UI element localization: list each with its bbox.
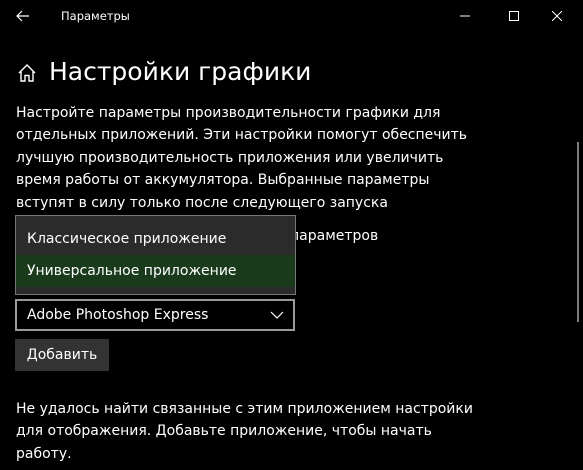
- dropdown-option-classic[interactable]: Классическое приложение: [16, 223, 295, 255]
- back-button[interactable]: [8, 4, 38, 28]
- home-icon: [18, 64, 36, 82]
- window-title: Параметры: [61, 9, 130, 23]
- chevron-down-icon: [270, 309, 284, 321]
- app-type-dropdown-list: Классическое приложение Универсальное пр…: [15, 215, 296, 295]
- title-bar: Параметры: [0, 0, 583, 32]
- home-button[interactable]: [16, 62, 38, 84]
- minimize-button[interactable]: [442, 2, 488, 30]
- scrollbar[interactable]: [577, 142, 579, 322]
- app-select[interactable]: Adobe Photoshop Express: [15, 299, 295, 331]
- settings-window: Параметры Настройки графики Настройте па…: [0, 0, 583, 470]
- minimize-icon: [460, 15, 470, 17]
- no-settings-message: Не удалось найти связанные с этим прилож…: [16, 401, 473, 462]
- add-button[interactable]: Добавить: [15, 339, 109, 371]
- dropdown-option-universal[interactable]: Универсальное приложение: [16, 255, 295, 287]
- close-button[interactable]: [534, 2, 580, 30]
- maximize-button[interactable]: [491, 2, 537, 30]
- arrow-left-icon: [16, 10, 29, 22]
- maximize-icon: [509, 11, 519, 21]
- app-type-label-fragment: параметров: [290, 228, 379, 244]
- page-title: Настройки графики: [49, 57, 312, 86]
- app-select-value: Adobe Photoshop Express: [27, 307, 209, 323]
- close-icon: [552, 11, 562, 21]
